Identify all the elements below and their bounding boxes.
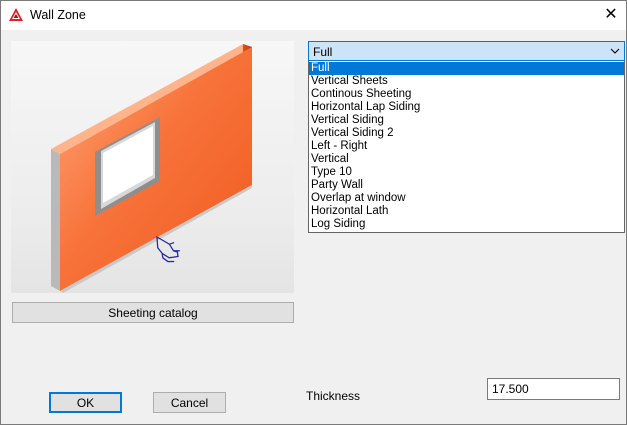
dropdown-option-party-wall[interactable]: Party Wall xyxy=(309,179,624,192)
close-icon[interactable]: ✕ xyxy=(596,1,626,30)
dropdown-option-full[interactable]: Full xyxy=(309,62,624,75)
dropdown-option-left-right[interactable]: Left - Right xyxy=(309,140,624,153)
thickness-input[interactable] xyxy=(487,378,620,400)
sheeting-type-dropdown-list: Full Vertical Sheets Continous Sheeting … xyxy=(308,61,625,233)
dropdown-option-log-siding[interactable]: Log Siding xyxy=(309,218,624,231)
sheeting-catalog-button[interactable]: Sheeting catalog xyxy=(12,302,294,323)
thickness-label: Thickness xyxy=(306,389,361,403)
app-logo-icon xyxy=(9,8,23,21)
sheeting-type-select[interactable]: Full xyxy=(308,41,625,61)
cancel-button[interactable]: Cancel xyxy=(153,392,226,413)
sheeting-type-selected: Full xyxy=(313,45,333,59)
dropdown-option-continous-sheeting[interactable]: Continous Sheeting xyxy=(309,88,624,101)
title-bar: Wall Zone ✕ xyxy=(1,1,626,30)
window-title: Wall Zone xyxy=(30,8,86,22)
dropdown-option-vertical[interactable]: Vertical xyxy=(309,153,624,166)
ok-button[interactable]: OK xyxy=(49,392,122,413)
dropdown-option-vertical-sheets[interactable]: Vertical Sheets xyxy=(309,75,624,88)
wall-render xyxy=(51,44,252,293)
dropdown-option-vertical-siding-2[interactable]: Vertical Siding 2 xyxy=(309,127,624,140)
dropdown-option-horizontal-lap-siding[interactable]: Horizontal Lap Siding xyxy=(309,101,624,114)
dropdown-option-overlap-at-window[interactable]: Overlap at window xyxy=(309,192,624,205)
wall-preview-image xyxy=(11,41,294,293)
chevron-down-icon[interactable] xyxy=(609,44,621,58)
wall-left-jamb xyxy=(51,149,60,291)
dropdown-option-type-10[interactable]: Type 10 xyxy=(309,166,624,179)
dropdown-option-horizontal-lath[interactable]: Horizontal Lath xyxy=(309,205,624,218)
dropdown-option-vertical-siding[interactable]: Vertical Siding xyxy=(309,114,624,127)
wall-zone-dialog: Wall Zone ✕ Sheeting catalog Full Full V… xyxy=(0,0,627,425)
